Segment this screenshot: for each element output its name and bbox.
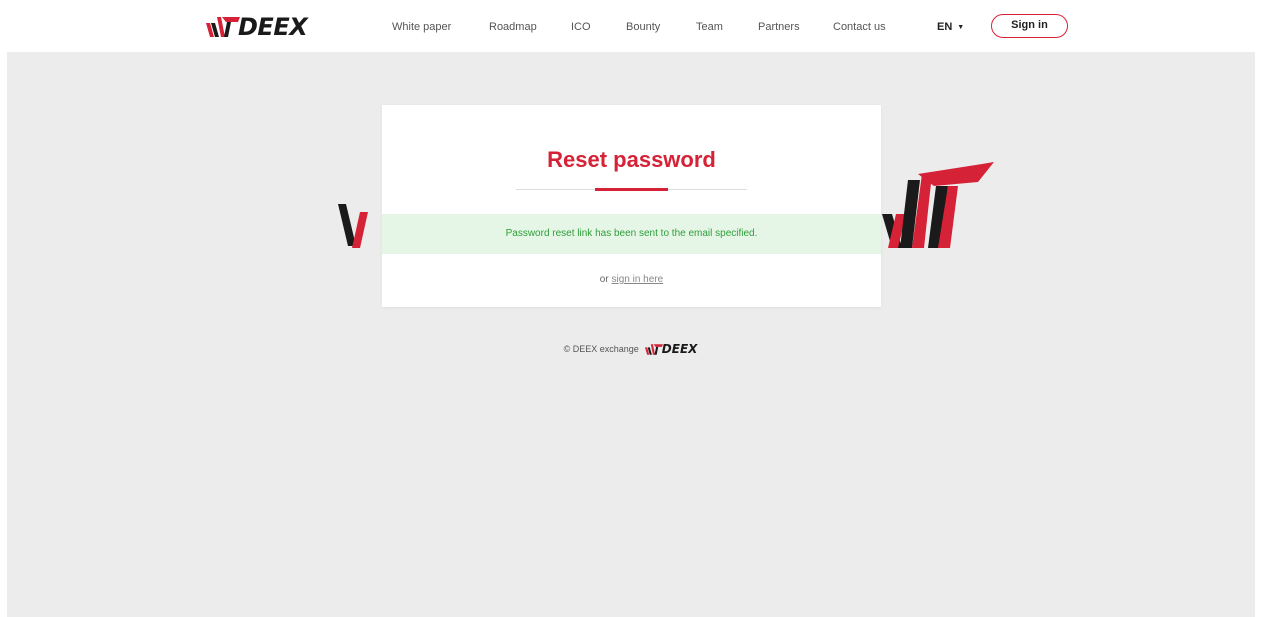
logo-wordmark: DEEX [238,13,308,41]
nav-contact-us[interactable]: Contact us [833,17,886,37]
page-title: Reset password [547,147,716,172]
background-logo-left-icon [338,204,368,248]
nav-partners[interactable]: Partners [758,17,800,37]
nav-roadmap[interactable]: Roadmap [489,17,537,37]
nav-white-paper[interactable]: White paper [392,17,451,37]
site-header: DEEX White paper Roadmap ICO Bounty Team… [0,0,1261,52]
title-accent-bar [595,188,668,191]
deex-wt-mark-icon [644,343,663,355]
nav-team[interactable]: Team [696,17,723,37]
background-logo-right-icon [882,162,994,248]
reset-password-card: Reset password Password reset link has b… [382,105,881,307]
site-footer: © DEEX exchange DEEX [0,339,1261,357]
caret-down-icon: ▼ [957,24,965,31]
sign-in-here-link[interactable]: sign in here [611,274,663,285]
signin-prompt: or sign in here [382,273,881,287]
nav-bounty[interactable]: Bounty [626,17,660,37]
success-alert: Password reset link has been sent to the… [382,214,881,254]
sign-in-button[interactable]: Sign in [991,14,1068,38]
footer-logo[interactable]: DEEX [644,342,698,356]
header-logo[interactable]: DEEX [206,13,308,41]
signin-prefix: or [599,274,609,285]
copyright-text: © DEEX exchange [563,344,639,354]
language-value: EN [937,21,953,33]
nav-ico[interactable]: ICO [571,17,591,37]
language-selector[interactable]: EN ▼ [937,17,964,38]
footer-logo-wordmark: DEEX [661,342,698,356]
deex-wt-mark-icon [206,17,240,37]
